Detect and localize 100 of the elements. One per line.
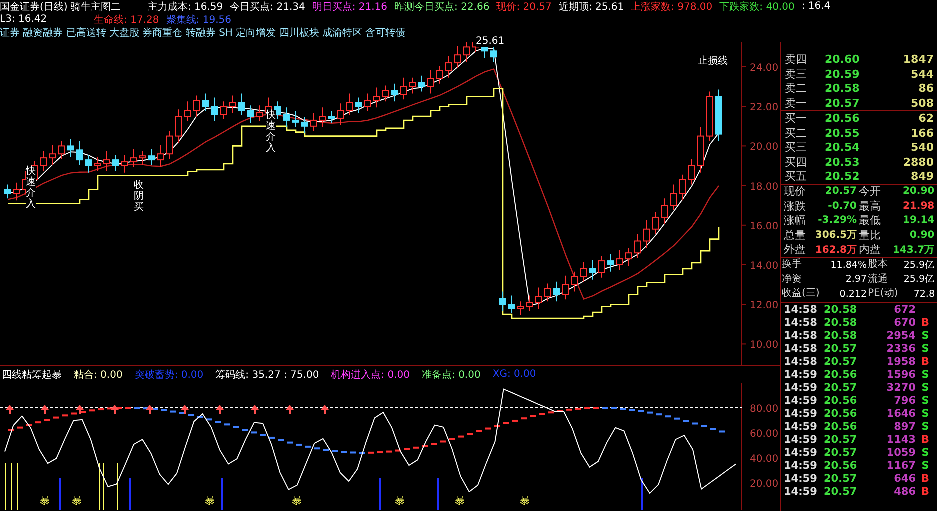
up-arrow-icon (321, 405, 329, 414)
axis-label: 24.00 (750, 63, 779, 74)
stat-label: 总量 (784, 228, 807, 243)
chart-annotation: 止损线 (698, 54, 728, 68)
tick-volume: 1059 (886, 447, 916, 459)
stat-value: -0.70 (827, 200, 858, 212)
tick-price: 20.57 (824, 382, 858, 394)
tick-time: 14:58 (784, 356, 818, 368)
axis-label: 80.00 (750, 404, 779, 415)
order-price: 20.55 (825, 126, 861, 140)
chart-title: 国金证券(日线) 骑牛主图二 (0, 0, 121, 14)
stat-label: 量比 (859, 228, 882, 243)
tick-time: 14:59 (784, 382, 818, 394)
tick-side: S (920, 369, 930, 381)
order-price: 20.53 (825, 156, 861, 168)
axis-label: 16.00 (750, 221, 779, 232)
up-arrow-icon (181, 405, 189, 414)
signal-label: 暴 (292, 496, 302, 507)
stat-label: 换手 (782, 258, 803, 272)
stat-label: 最低 (859, 213, 882, 228)
tick-side: B (920, 356, 930, 368)
stat-value: 0.212 (838, 288, 868, 300)
indicator-value: 准备点: 0.00 (422, 368, 481, 382)
stat-label: 股本 (868, 258, 889, 272)
up-arrow-icon (41, 405, 49, 414)
stat-label: 外盘 (784, 242, 807, 258)
indicator-value: 机构进入点: 0.00 (331, 368, 410, 382)
stat-value: 306.5万 (814, 229, 858, 242)
order-volume: 2880 (902, 156, 934, 168)
stat-label: 最高 (859, 198, 882, 214)
order-price: 20.52 (825, 170, 861, 183)
tick-volume: 897 (893, 421, 916, 433)
tick-side: S (920, 395, 930, 407)
indicator-value: 现价: 20.57 (496, 0, 552, 14)
tick-price: 20.56 (824, 408, 858, 420)
tick-price: 20.57 (824, 434, 858, 446)
indicator-value: 四线粘筹起暴 (2, 368, 62, 382)
stat-value: 21.98 (902, 200, 936, 212)
indicator-value: 近期顶: 25.61 (558, 0, 624, 14)
stat-value: 143.7万 (893, 244, 936, 257)
axis-label: 12.00 (750, 300, 779, 312)
stat-value: 25.9亿 (902, 258, 936, 272)
tick-time: 14:59 (784, 408, 818, 420)
order-price: 20.60 (825, 53, 861, 66)
order-volume: 849 (910, 170, 934, 183)
indicator-value: 上涨家数: 978.00 (631, 0, 713, 14)
tick-time: 14:58 (784, 317, 818, 329)
order-label: 买五 (785, 169, 808, 184)
chart-annotation: 25.61 (476, 36, 505, 47)
order-volume: 86 (918, 82, 934, 95)
tick-volume: 646 (893, 473, 916, 485)
order-price: 20.54 (825, 141, 861, 154)
indicator-value: L3: 16.42 (0, 14, 48, 25)
tick-side: B (920, 317, 930, 329)
tick-price: 20.57 (824, 473, 858, 485)
tick-price: 20.58 (824, 330, 858, 342)
indicator-value: : 16.4 (802, 1, 831, 12)
tick-time: 14:59 (784, 447, 818, 459)
order-volume: 540 (910, 141, 934, 154)
indicator-value: 筹码线: 35.27 : 75.00 (216, 368, 320, 382)
stat-value: 72.8 (912, 288, 936, 300)
order-label: 卖四 (785, 52, 808, 67)
order-label: 卖二 (785, 81, 808, 96)
tick-volume: 2336 (886, 343, 916, 355)
tick-time: 14:59 (784, 395, 818, 407)
tick-side: S (920, 382, 930, 394)
stat-label: PE(动) (868, 287, 900, 302)
tick-price: 20.56 (824, 369, 858, 381)
indicator-value: 粘合: 0.00 (74, 368, 123, 382)
tick-side: S (920, 408, 930, 420)
stat-label: 今开 (859, 184, 882, 200)
axis-label: 40.00 (750, 454, 779, 465)
indicator-value: 明日买点: 21.16 (312, 0, 388, 14)
up-arrow-icon (6, 405, 14, 414)
tick-price: 20.57 (824, 486, 858, 498)
axis-label: 18.00 (750, 182, 779, 193)
order-price: 20.57 (825, 96, 861, 110)
tick-side: S (920, 447, 930, 459)
axis-label: 14.00 (750, 261, 779, 272)
stat-label: 收益(三) (782, 287, 821, 302)
stat-value: -3.29% (817, 215, 858, 226)
tick-side: S (920, 421, 930, 433)
up-arrow-icon (146, 405, 154, 414)
chart-annotation: 快速介入 (26, 166, 36, 210)
indicator-value: 主力成本: 16.59 (148, 0, 224, 14)
tick-time: 14:59 (784, 460, 818, 472)
order-volume: 1847 (902, 53, 934, 66)
stat-value: 20.90 (902, 186, 936, 198)
signal-label: 暴 (72, 496, 82, 507)
order-volume: 62 (918, 112, 934, 125)
tick-time: 14:58 (784, 304, 818, 316)
indicator-value: 聚集线: 19.56 (166, 14, 232, 26)
tick-time: 14:59 (784, 369, 818, 381)
indicator-value: 下跌家数: 40.00 (720, 0, 795, 14)
tick-volume: 1958 (886, 356, 916, 368)
tick-volume: 1167 (886, 460, 916, 472)
tick-volume: 670 (893, 317, 916, 329)
order-price: 20.56 (825, 112, 861, 125)
order-price: 20.58 (825, 82, 861, 95)
tick-side: S (920, 343, 930, 355)
